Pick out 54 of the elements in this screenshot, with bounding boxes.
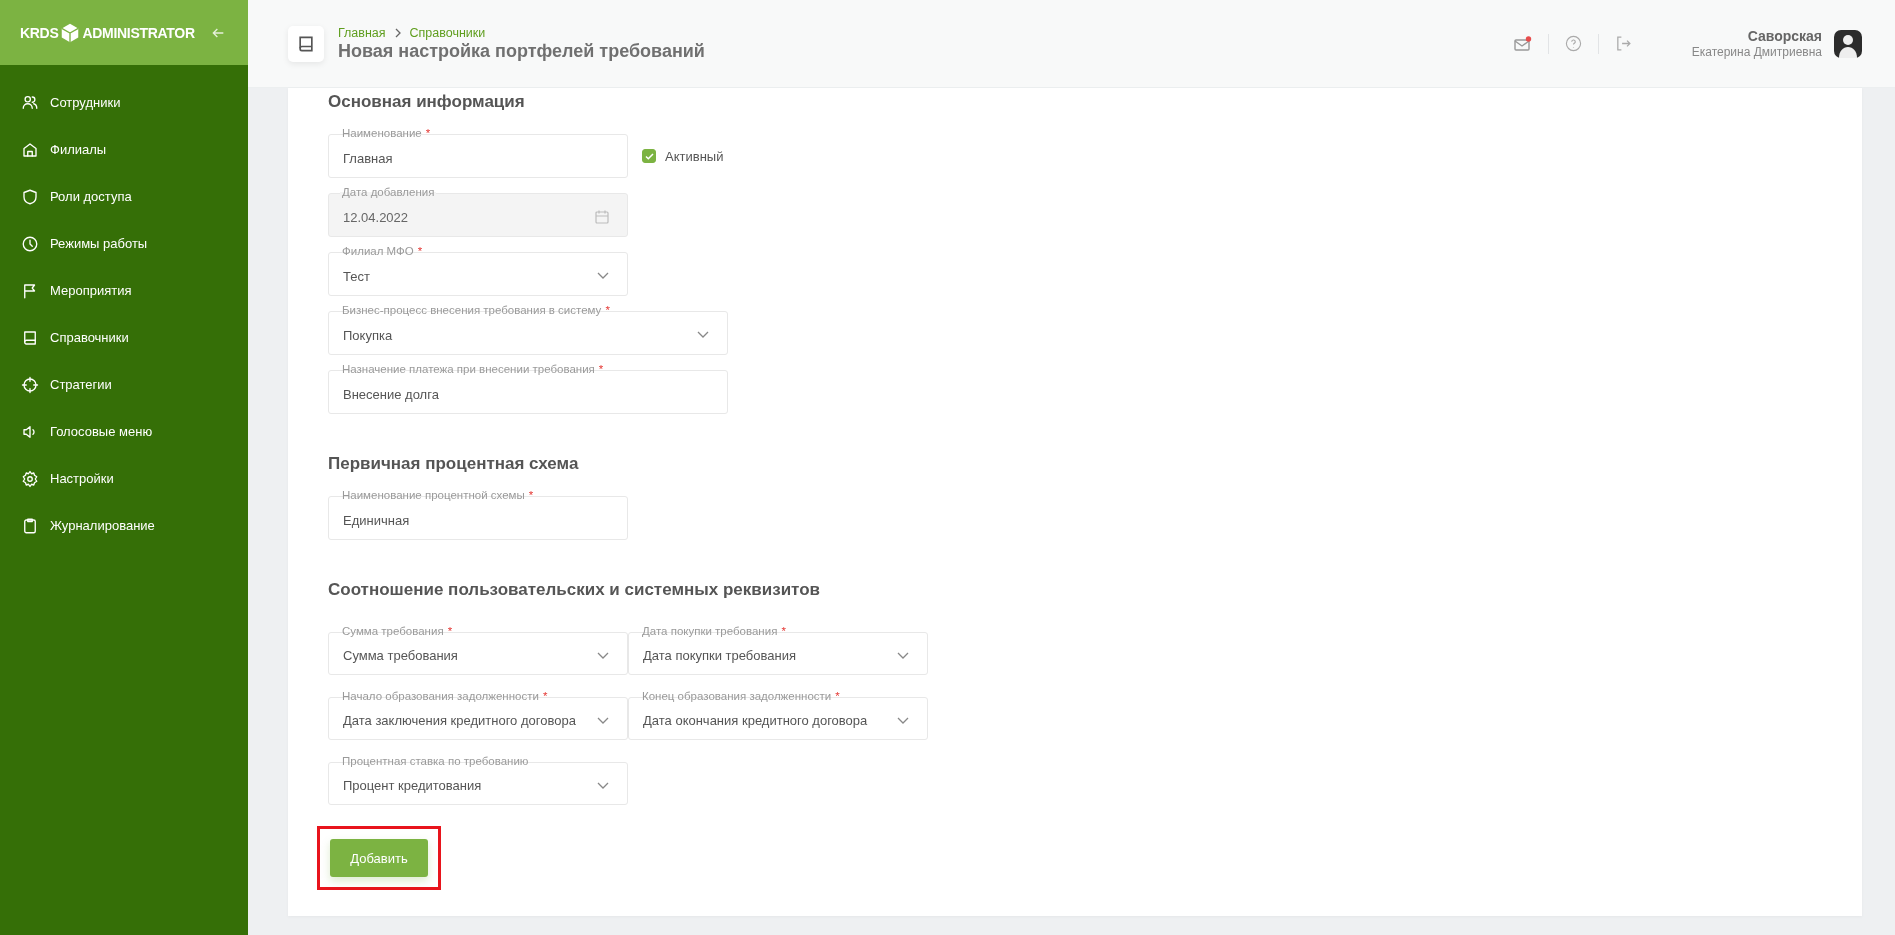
sidebar-item[interactable]: Режимы работы bbox=[0, 220, 248, 267]
field-label: Начало образования задолженности * bbox=[340, 690, 550, 703]
chevron-down-icon bbox=[597, 781, 609, 790]
user-full-name: Екатерина Дмитриевна bbox=[1691, 45, 1822, 59]
field-label: Бизнес-процесс внесения требования в систему * bbox=[340, 304, 612, 317]
users-icon bbox=[21, 93, 39, 112]
chevron-down-icon bbox=[697, 331, 709, 339]
avatar[interactable] bbox=[1834, 29, 1862, 58]
mail-icon[interactable] bbox=[1513, 35, 1532, 52]
field-label: Дата добавления bbox=[340, 186, 437, 199]
breadcrumb-link[interactable]: Справочники bbox=[409, 25, 486, 40]
sidebar-item[interactable]: Сотрудники bbox=[0, 79, 248, 126]
sidebar-item[interactable]: Роли доступа bbox=[0, 173, 248, 220]
sidebar-item[interactable]: Голосовые меню bbox=[0, 408, 248, 455]
logo-text: KRDS bbox=[20, 24, 59, 41]
breadcrumb-link[interactable]: Главная bbox=[338, 25, 386, 40]
sidebar-item[interactable]: Мероприятия bbox=[0, 267, 248, 314]
field-label: Наименование * bbox=[340, 127, 433, 140]
section-heading: Основная информация bbox=[328, 92, 526, 112]
clock-icon bbox=[21, 234, 39, 253]
sidebar-item[interactable]: Журналирование bbox=[0, 502, 248, 549]
field-label: Конец образования задолженности * bbox=[640, 690, 842, 703]
chevron-down-icon bbox=[597, 651, 609, 660]
field-label: Назначение платежа при внесении требования * bbox=[340, 363, 606, 376]
shield-icon bbox=[21, 187, 39, 206]
chevron-down-icon bbox=[897, 651, 909, 660]
field-label: Наименование процентной схемы * bbox=[340, 489, 536, 502]
section-heading: Первичная процентная схема bbox=[328, 454, 580, 474]
section-heading: Соотношение пользовательских и системных реквизитов bbox=[328, 580, 822, 600]
logo-text: ADMINISTRATOR bbox=[82, 24, 195, 41]
field-label: Дата покупки требования * bbox=[640, 625, 788, 638]
calendar-icon bbox=[595, 210, 609, 224]
help-icon[interactable] bbox=[1564, 35, 1582, 52]
chevron-down-icon bbox=[597, 272, 609, 280]
gear-icon bbox=[21, 469, 39, 488]
user-surname: Саворская bbox=[1746, 28, 1822, 44]
book-icon bbox=[288, 25, 324, 62]
active-checkbox[interactable]: Активный bbox=[642, 148, 724, 164]
field-label: Процентная ставка по требованию bbox=[340, 755, 531, 768]
chevron-down-icon bbox=[597, 716, 609, 725]
sidebar-item[interactable]: Филиалы bbox=[0, 126, 248, 173]
chevron-right-icon bbox=[393, 27, 402, 38]
field-label: Филиал МФО * bbox=[340, 245, 425, 258]
sidebar-item[interactable]: Настройки bbox=[0, 455, 248, 502]
crosshair-icon bbox=[21, 375, 39, 394]
chevron-down-icon bbox=[897, 716, 909, 725]
sidebar-item[interactable]: Справочники bbox=[0, 314, 248, 361]
book-icon bbox=[21, 328, 39, 347]
logout-icon[interactable] bbox=[1614, 35, 1632, 52]
field-label: Сумма требования * bbox=[340, 625, 455, 638]
clipboard-icon bbox=[21, 516, 39, 535]
page-title: Новая настройка портфелей требований bbox=[338, 40, 705, 62]
sidebar-item[interactable]: Стратегии bbox=[0, 361, 248, 408]
check-icon bbox=[644, 152, 654, 160]
